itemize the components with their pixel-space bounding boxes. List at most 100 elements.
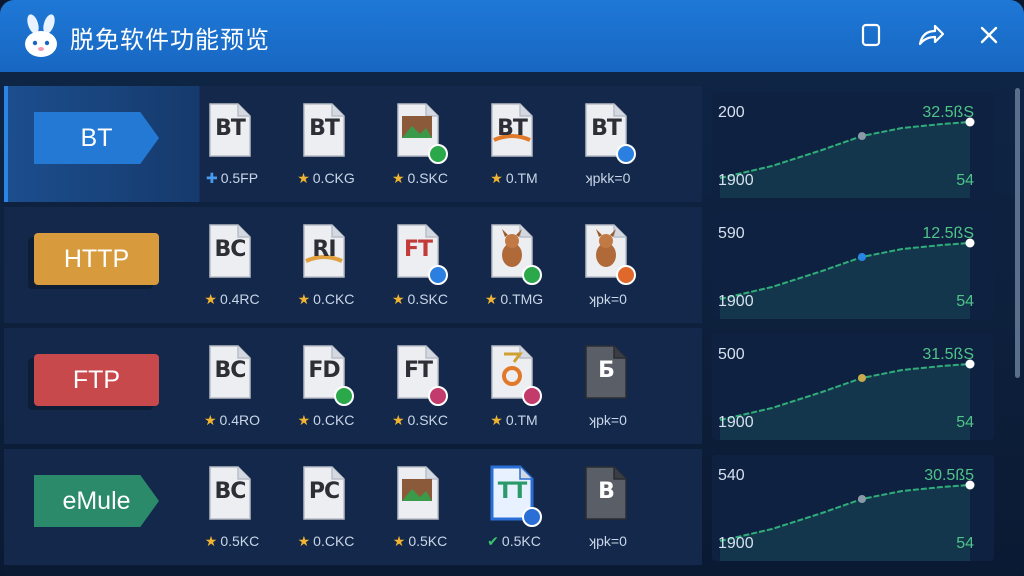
file-meta: ★ 0.CKC <box>286 291 366 308</box>
file-type-label: BT <box>591 116 622 141</box>
square-button[interactable] <box>854 18 888 52</box>
file-item[interactable]: BC ★ 0.4RC <box>196 215 266 315</box>
chart-ymax: 540 <box>718 467 745 484</box>
chart-x-start: 1900 <box>718 293 754 310</box>
file-item[interactable]: BT ★ 0.TM <box>478 94 548 194</box>
chart-value: 31.5ßS <box>922 346 974 363</box>
scrollbar[interactable] <box>1015 88 1020 378</box>
protocol-row[interactable]: FTP BC ★ 0.4RO FD ★ 0.CKC FT ★ 0.SKC ★ 0.TM Бʞpk=0 <box>4 328 702 444</box>
star-icon: ✚ <box>205 170 218 186</box>
file-item[interactable]: FD ★ 0.CKC <box>290 336 360 436</box>
file-item[interactable]: ★ 0.SKC <box>384 94 454 194</box>
file-item[interactable]: ★ 0.5KC <box>384 457 454 557</box>
file-type-label: BT <box>215 116 246 141</box>
file-meta: ★ 0.SKC <box>380 412 460 429</box>
file-size: ʞpk=0 <box>589 412 627 428</box>
file-item[interactable]: FT ★ 0.SKC <box>384 336 454 436</box>
protocol-tag-http[interactable]: HTTP <box>34 233 159 285</box>
file-size: 0.SKC <box>407 412 449 428</box>
rabbit-icon <box>25 14 57 57</box>
file-meta: ★ 0.SKC <box>380 291 460 308</box>
file-type-label: FD <box>308 358 340 383</box>
file-item[interactable]: PC ★ 0.CKC <box>290 457 360 557</box>
file-type-label: BC <box>214 479 247 504</box>
star-icon: ★ <box>391 412 405 428</box>
file-item[interactable]: Бʞpk=0 <box>572 336 642 436</box>
file-item[interactable]: BC ★ 0.4RO <box>196 336 266 436</box>
chart-x-end: 54 <box>956 535 974 552</box>
protocol-tag-ftp[interactable]: FTP <box>34 354 159 406</box>
chart-x-end: 54 <box>956 293 974 310</box>
file-item[interactable]: ★ 0.TMG <box>478 215 548 315</box>
file-meta: ★ 0.CKC <box>286 533 366 550</box>
file-size: ʞpk=0 <box>589 533 627 549</box>
file-size: 0.SKC <box>407 291 449 307</box>
file-meta: ✔ 0.5KC <box>474 533 554 550</box>
file-meta: ★ 0.TM <box>474 412 554 429</box>
file-item[interactable]: BT ✚ 0.5FP <box>196 94 266 194</box>
chart-ymax: 590 <box>718 225 745 242</box>
share-button[interactable] <box>914 18 948 52</box>
file-item[interactable]: RI ★ 0.CKC <box>290 215 360 315</box>
file-type-label: TT <box>497 479 528 504</box>
file-item[interactable]: ★ 0.TM <box>478 336 548 436</box>
file-meta: ★ 0.CKC <box>286 412 366 429</box>
status-badge <box>522 265 542 285</box>
title-bar: 脱免软件功能预览 <box>0 0 1024 72</box>
file-item[interactable]: ʞpk=0 <box>572 215 642 315</box>
file-type-label: FT <box>403 237 433 262</box>
file-size: ʞpk=0 <box>589 291 627 307</box>
chart-x-end: 54 <box>956 414 974 431</box>
file-type-label: Б <box>598 358 615 383</box>
star-icon: ★ <box>297 170 310 186</box>
file-item[interactable]: BT ★ 0.CKG <box>290 94 360 194</box>
file-size: 0.CKC <box>313 412 355 428</box>
file-item[interactable]: TT ✔ 0.5KC <box>478 457 548 557</box>
file-size: 0.5KC <box>220 533 260 549</box>
file-type-label: BC <box>214 237 247 262</box>
protocol-tag-emule[interactable]: eMule <box>34 475 159 527</box>
speed-chart: 540 30.5ß5 1900 54 <box>712 455 994 561</box>
file-item[interactable]: FT ★ 0.SKC <box>384 215 454 315</box>
active-indicator <box>4 86 8 202</box>
status-badge <box>334 386 354 406</box>
star-icon: ★ <box>203 412 217 428</box>
file-meta: ★ 0.CKG <box>286 170 366 187</box>
file-size: 0.SKC <box>407 170 449 186</box>
close-icon <box>980 26 998 44</box>
file-item[interactable]: BT ʞpkk=0 <box>572 94 642 194</box>
chart-value: 12.5ßS <box>922 225 974 242</box>
file-meta: ★ 0.4RC <box>192 291 272 308</box>
chart-ymax: 200 <box>718 104 745 121</box>
file-meta: ʞpk=0 <box>568 412 648 428</box>
file-size: 0.5FP <box>220 170 259 186</box>
protocol-row[interactable]: BT BT ✚ 0.5FP BT ★ 0.CKG ★ 0.SKC BT ★ 0.TM BT ʞpkk=0 <box>4 86 702 202</box>
file-type-label: FT <box>403 358 433 383</box>
star-icon: ★ <box>391 291 405 307</box>
share-icon <box>918 24 945 46</box>
file-item[interactable]: BC ★ 0.5KC <box>196 457 266 557</box>
star-icon: ★ <box>392 533 406 549</box>
star-icon: ✔ <box>487 533 499 549</box>
speed-chart: 500 31.5ßS 1900 54 <box>712 334 994 440</box>
protocol-tag-bt[interactable]: BT <box>34 112 159 164</box>
chart-ymax: 500 <box>718 346 745 363</box>
star-icon: ★ <box>391 170 405 186</box>
status-badge <box>428 144 448 164</box>
file-meta: ʞpkk=0 <box>568 170 648 186</box>
protocol-row[interactable]: eMule BC ★ 0.5KC PC ★ 0.CKC ★ 0.5KC TT ✔ 0.5KC Bʞpk=… <box>4 449 702 565</box>
status-badge <box>428 386 448 406</box>
app-title: 脱免软件功能预览 <box>70 26 270 54</box>
star-icon: ★ <box>490 170 503 186</box>
file-meta: ʞpk=0 <box>568 291 648 307</box>
file-type-label: RI <box>312 237 336 262</box>
file-meta: ★ 0.TMG <box>474 291 554 308</box>
square-icon <box>861 23 881 47</box>
protocol-row[interactable]: HTTP BC ★ 0.4RC RI ★ 0.CKC FT ★ 0.SKC ★ 0.TMG ʞpk=0 <box>4 207 702 323</box>
status-badge <box>428 265 448 285</box>
file-size: 0.5KC <box>408 533 448 549</box>
file-size: 0.CKC <box>313 533 355 549</box>
close-button[interactable] <box>972 18 1006 52</box>
file-item[interactable]: Bʞpk=0 <box>572 457 642 557</box>
star-icon: ★ <box>484 291 498 307</box>
